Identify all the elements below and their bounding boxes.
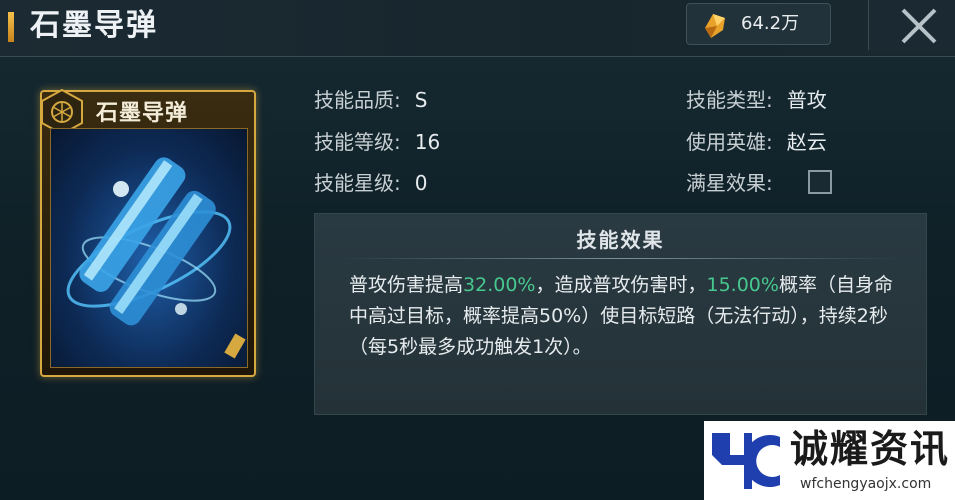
effect-divider (339, 258, 902, 259)
close-icon (901, 8, 937, 44)
effect-panel: 技能效果 普攻伤害提高32.00%，造成普攻伤害时，15.00%概率（自身命中高… (314, 213, 927, 415)
effect-description: 普攻伤害提高32.00%，造成普攻伤害时，15.00%概率（自身命中高过目标，概… (349, 270, 909, 363)
watermark-url: wfchengyaojx.com (800, 476, 932, 492)
stat-quality-value: S (414, 88, 428, 112)
missile-artwork (66, 157, 246, 359)
effect-pct-damage: 32.00% (463, 274, 536, 296)
skill-card: 石墨导弹 (40, 88, 256, 377)
stat-hero: 使用英雄: 赵云 (686, 127, 827, 157)
effect-text-part1: 普攻伤害提高 (349, 274, 464, 296)
watermark-logo-icon (712, 433, 780, 489)
stat-max-star-label: 满星效果: (686, 171, 773, 195)
stat-level: 技能等级: 16 (314, 127, 440, 157)
currency-display[interactable]: 64.2万 (686, 3, 831, 45)
page-title: 石墨导弹 (30, 8, 158, 43)
card-skill-name: 石墨导弹 (96, 100, 189, 126)
close-button[interactable] (868, 0, 955, 50)
effect-pct-chance: 15.00% (706, 274, 779, 296)
effect-text-part2: ，造成普攻伤害时， (535, 274, 707, 296)
crystal-icon (705, 14, 725, 38)
stat-type-value: 普攻 (786, 88, 827, 112)
stat-quality-label: 技能品质: (314, 88, 401, 112)
max-star-checkbox[interactable] (808, 170, 832, 194)
currency-amount: 64.2万 (741, 13, 800, 34)
effect-title: 技能效果 (576, 228, 665, 252)
stat-star: 技能星级: 0 (314, 168, 427, 198)
header-accent-bar (8, 12, 14, 42)
card-artwork-frame (50, 128, 248, 368)
stat-star-label: 技能星级: (314, 171, 401, 195)
stat-hero-value: 赵云 (786, 130, 827, 154)
stat-level-label: 技能等级: (314, 130, 401, 154)
watermark: 诚耀资讯 wfchengyaojx.com (704, 421, 955, 500)
header-bar: 石墨导弹 64.2万 (0, 0, 955, 57)
stat-type: 技能类型: 普攻 (686, 85, 827, 115)
stat-level-value: 16 (414, 130, 441, 154)
stat-hero-label: 使用英雄: (686, 130, 773, 154)
watermark-name: 诚耀资讯 (790, 427, 951, 471)
stat-quality: 技能品质: S (314, 85, 427, 115)
stat-star-value: 0 (414, 171, 428, 195)
stat-type-label: 技能类型: (686, 88, 773, 112)
stat-max-star: 满星效果: (686, 168, 773, 198)
